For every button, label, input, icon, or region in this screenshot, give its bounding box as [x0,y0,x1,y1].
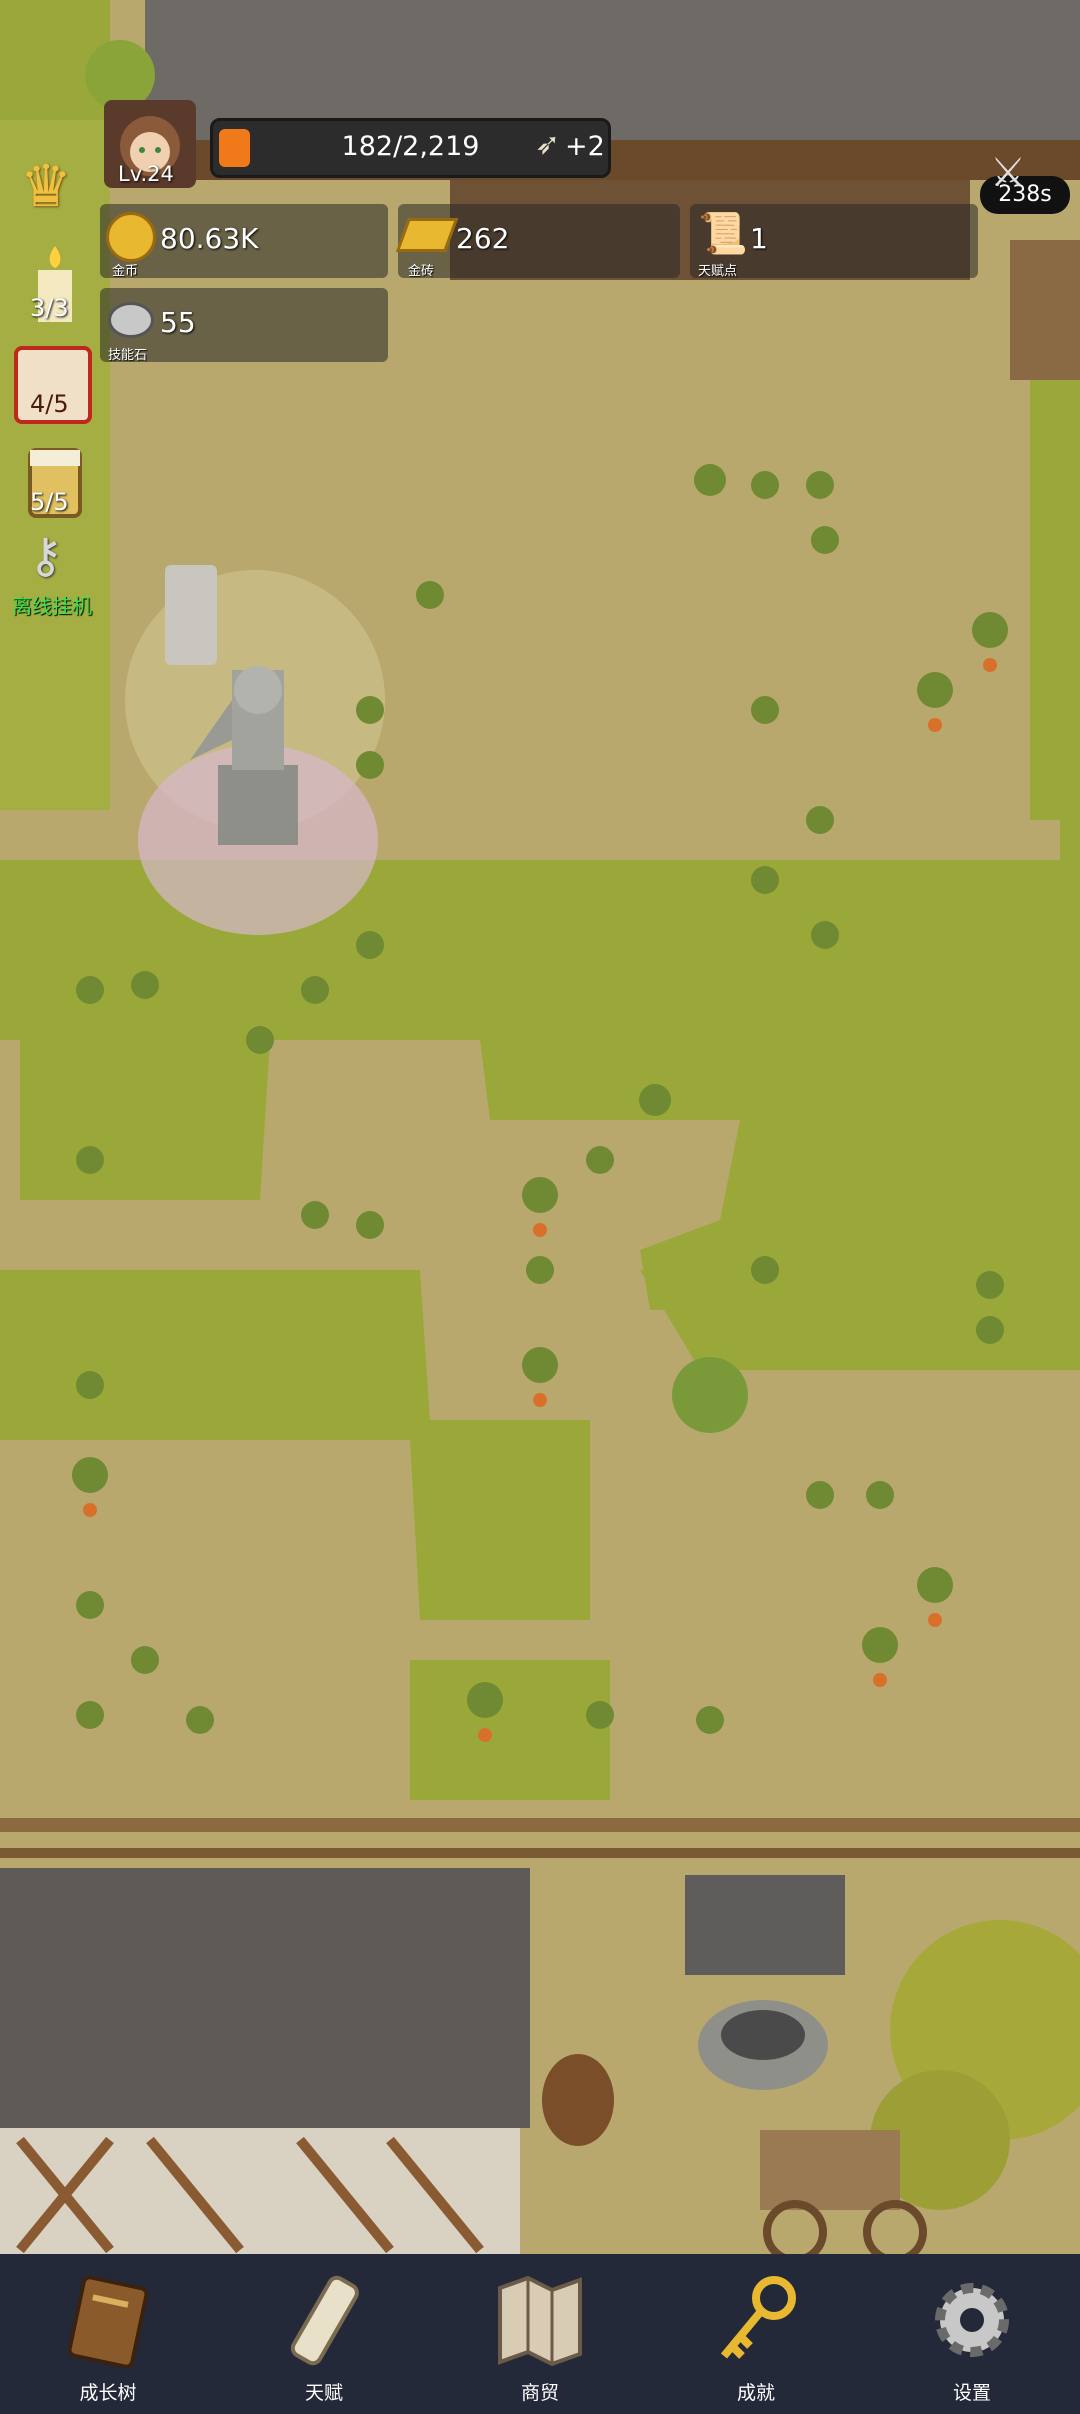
offline-idle-button[interactable]: ⚷ 离线挂机 [6,528,106,618]
nav-settings[interactable]: 设置 [864,2254,1080,2414]
beer-button[interactable]: 5/5 [22,440,92,530]
offline-idle-label: 离线挂机 [12,594,92,618]
player-level: Lv.24 [118,162,174,186]
xp-bar: 182/2,219 ➶ +2 [210,118,611,178]
nav-settings-label: 设置 [952,2382,991,2404]
nav-achievement-label: 成就 [736,2382,775,2404]
candle-button[interactable]: 3/3 [20,240,90,330]
gear-icon [935,2283,1009,2357]
scroll-icon [290,2275,359,2366]
book-icon [67,2275,149,2369]
feather-icon: ➶ [535,127,561,162]
nav-growth-tree[interactable]: 成长树 [0,2254,216,2414]
xp-bonus: +2 [565,131,605,162]
dice-button[interactable]: 4/5 [14,346,94,426]
gold-coin-icon [106,212,156,262]
nav-growth-tree-label: 成长树 [79,2382,137,2404]
bottom-navigation: 成长树 天赋 商贸 成就 设置 [0,2254,1080,2414]
beer-icon [28,448,82,518]
gold-brick-value: 262 [456,222,510,255]
gold-brick-icon [395,218,459,252]
talent-point-panel[interactable]: 📜 1 天赋点 [690,204,978,279]
gold-coin-value: 80.63K [160,222,259,255]
talent-scroll-icon: 📜 [698,211,748,257]
nav-trade-label: 商贸 [520,2382,559,2404]
skill-stone-caption: 技能石 [108,348,148,363]
skill-stone-value: 55 [160,306,196,339]
nav-achievement[interactable]: 成就 [648,2254,864,2414]
dice-count: 4/5 [30,390,69,418]
nav-talent-label: 天赋 [304,2382,343,2404]
map-icon [498,2275,582,2367]
sword-icon: ⚔ [990,150,1026,196]
gold-coin-panel[interactable]: 80.63K 金币 [100,204,388,279]
gold-coin-caption: 金币 [112,264,139,279]
crown-icon[interactable]: ♛ [20,152,72,220]
key-icon [720,2276,796,2359]
talent-point-value: 1 [750,222,768,255]
candle-count: 3/3 [30,294,69,322]
gold-brick-panel[interactable]: 262 金砖 [395,204,680,279]
nav-talent[interactable]: 天赋 [216,2254,432,2414]
skill-stone-panel[interactable]: 55 技能石 [100,288,388,363]
skill-stone-icon [108,302,154,338]
gold-brick-caption: 金砖 [408,264,435,279]
key-icon: ⚷ [28,528,64,584]
beer-count: 5/5 [30,488,69,516]
game-map[interactable]: Lv.24 182/2,219 ➶ +2 238s ⚔ 80.63K 金币 26… [0,0,1080,2254]
nav-trade[interactable]: 商贸 [432,2254,648,2414]
talent-point-caption: 天赋点 [698,264,738,279]
